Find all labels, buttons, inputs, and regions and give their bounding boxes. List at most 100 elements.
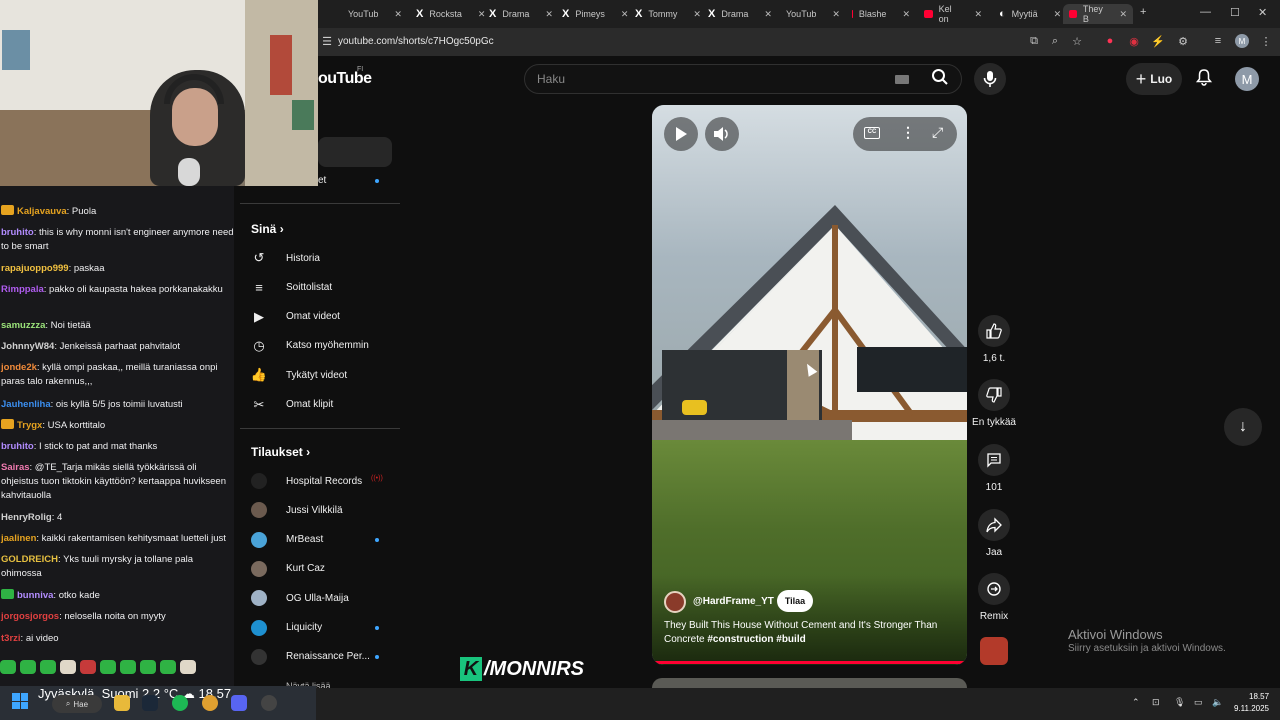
extensions-puzzle-icon[interactable]: ⚙ — [1176, 34, 1190, 48]
subscription-item[interactable]: Jussi Vilkkilä — [251, 499, 391, 521]
chat-text: : paskaa — [68, 263, 105, 274]
share-button[interactable] — [978, 509, 1010, 541]
dislike-button[interactable] — [978, 379, 1010, 411]
like-button[interactable] — [978, 315, 1010, 347]
sidebar-item[interactable]: ≡ Soittolistat — [251, 276, 391, 298]
short-video-player[interactable]: CC ⋮ ⤢ @HardFrame_YT Tilaa They Built Th… — [652, 105, 967, 665]
sidebar-item-partial[interactable]: et — [318, 175, 326, 186]
fullscreen-icon[interactable]: ⤢ — [932, 124, 943, 141]
browser-tab[interactable]: X Tommy ✕ — [629, 4, 701, 24]
chat-username: bunniva — [17, 590, 54, 601]
tray-chevron-icon[interactable]: ⌃ — [1132, 697, 1140, 708]
steam-icon[interactable] — [142, 695, 158, 711]
bookmark-star-icon[interactable]: ☆ — [1070, 34, 1084, 48]
chrome-icon[interactable] — [202, 695, 218, 711]
sidebar-active-item[interactable] — [318, 137, 392, 167]
subscription-item[interactable]: Liquicity — [251, 617, 391, 639]
sidebar-heading-subscriptions[interactable]: Tilaukset › — [251, 445, 310, 459]
tab-close-icon[interactable]: ✕ — [1054, 9, 1062, 20]
clock-date[interactable]: 9.11.2025 — [1234, 704, 1269, 713]
close-window-button[interactable]: ✕ — [1258, 6, 1267, 19]
profile-avatar-icon[interactable]: M — [1235, 34, 1249, 48]
site-info-icon[interactable]: ☰ — [320, 34, 334, 48]
subscribe-button[interactable]: Tilaa — [777, 590, 813, 612]
sidebar-heading-you[interactable]: Sinä › — [251, 222, 284, 236]
youtube-logo[interactable]: ouTube — [318, 70, 372, 88]
tray-app-icon[interactable]: ⊡ — [1152, 697, 1160, 708]
discord-icon[interactable] — [231, 695, 247, 711]
obs-icon[interactable] — [261, 695, 277, 711]
browser-tab[interactable]: X Drama ✕ — [483, 4, 553, 24]
progress-bar[interactable] — [652, 661, 967, 664]
play-button[interactable] — [664, 117, 698, 151]
install-app-icon[interactable]: ⧉ — [1027, 34, 1041, 48]
extension-red-icon[interactable]: ● — [1103, 34, 1117, 48]
subscription-item[interactable]: MrBeast — [251, 529, 391, 551]
clock-time[interactable]: 18.57 — [1249, 692, 1269, 701]
channel-name[interactable]: @HardFrame_YT — [693, 596, 774, 607]
file-explorer-icon[interactable] — [114, 695, 130, 711]
browser-tab[interactable]: Kel on ✕ — [918, 4, 988, 24]
subscription-item[interactable]: Kurt Caz — [251, 558, 391, 580]
spotify-icon[interactable] — [172, 695, 188, 711]
channel-avatar[interactable] — [664, 591, 686, 613]
search-button[interactable] — [928, 68, 952, 90]
extension-record-icon[interactable]: ◉ — [1127, 34, 1141, 48]
tab-close-icon[interactable]: ✕ — [394, 9, 402, 20]
tray-network-icon[interactable]: ▭ — [1194, 697, 1203, 708]
volume-button[interactable] — [705, 117, 739, 151]
new-tab-button[interactable]: + — [1140, 6, 1146, 18]
account-avatar[interactable]: M — [1235, 67, 1259, 91]
sidebar-item[interactable]: ◷ Katso myöhemmin — [251, 335, 391, 357]
voice-search-button[interactable] — [974, 63, 1006, 95]
tab-close-icon[interactable]: ✕ — [693, 9, 701, 20]
browser-tab[interactable]: ◐ Myytiä ✕ — [993, 4, 1063, 24]
tab-close-icon[interactable]: ✕ — [621, 9, 629, 20]
media-controls-icon[interactable]: ≡ — [1211, 34, 1225, 48]
more-options-icon[interactable]: ⋮ — [901, 124, 915, 141]
browser-tab[interactable]: YouTub ✕ — [336, 4, 406, 24]
browser-tab[interactable]: X Rocksta ✕ — [410, 4, 485, 24]
minimize-button[interactable]: — — [1200, 6, 1211, 18]
chat-username: Jauhenliha — [1, 399, 51, 410]
activation-title: Aktivoi Windows — [1068, 627, 1163, 642]
tab-close-icon[interactable]: ✕ — [764, 9, 772, 20]
tray-mic-icon[interactable]: 🎙 — [1174, 697, 1185, 708]
remix-button[interactable] — [978, 573, 1010, 605]
browser-tab[interactable]: They B ✕ — [1063, 4, 1133, 24]
sidebar-item[interactable]: ↺ Historia — [251, 247, 391, 269]
subscription-item[interactable]: Hospital Records ((•)) — [251, 470, 391, 492]
sound-thumbnail[interactable] — [980, 637, 1008, 665]
sidebar-item[interactable]: ✂ Omat klipit — [251, 394, 391, 416]
maximize-button[interactable]: ☐ — [1230, 6, 1240, 19]
tab-close-icon[interactable]: ✕ — [832, 9, 840, 20]
zoom-icon[interactable]: ⌕ — [1048, 34, 1062, 48]
create-button[interactable]: + Luo — [1126, 63, 1182, 95]
browser-tab[interactable]: X Pimeys ✕ — [556, 4, 629, 24]
browser-tab[interactable]: Blashe ✕ — [846, 4, 916, 24]
tab-close-icon[interactable]: ✕ — [545, 9, 553, 20]
sidebar-item[interactable]: 👍 Tykätyt videot — [251, 364, 391, 386]
windows-start-icon[interactable] — [12, 693, 28, 709]
browser-menu-icon[interactable]: ⋮ — [1259, 34, 1273, 48]
tray-volume-icon[interactable]: 🔈 — [1212, 697, 1223, 708]
browser-tab[interactable]: X Drama ✕ — [702, 4, 772, 24]
browser-tab[interactable]: YouTub ✕ — [774, 4, 844, 24]
tab-close-icon[interactable]: ✕ — [1119, 9, 1127, 20]
comments-button[interactable] — [978, 444, 1010, 476]
taskbar-search[interactable]: ⌕ Hae — [52, 695, 102, 713]
next-short-button[interactable]: ↓ — [1224, 408, 1262, 446]
subscription-item[interactable]: Renaissance Per... — [251, 646, 391, 668]
notifications-button[interactable] — [1194, 68, 1214, 88]
short-title[interactable]: They Built This House Without Cement and… — [664, 619, 956, 647]
tab-close-icon[interactable]: ✕ — [974, 9, 982, 20]
captions-icon[interactable]: CC — [864, 127, 880, 139]
chat-text: : @TE_Tarja mikäs siellä työkkärissä oli… — [1, 462, 226, 501]
url-field[interactable]: youtube.com/shorts/c7HOgc50pGc — [338, 36, 494, 47]
tab-close-icon[interactable]: ✕ — [902, 9, 910, 20]
sidebar-item[interactable]: ▶ Omat videot — [251, 306, 391, 328]
subscription-item[interactable]: OG Ulla-Maija — [251, 587, 391, 609]
extension-blue-icon[interactable]: ⚡ — [1151, 34, 1165, 48]
keyboard-icon[interactable] — [895, 75, 909, 84]
short-hashtags[interactable]: #construction #build — [707, 634, 805, 645]
